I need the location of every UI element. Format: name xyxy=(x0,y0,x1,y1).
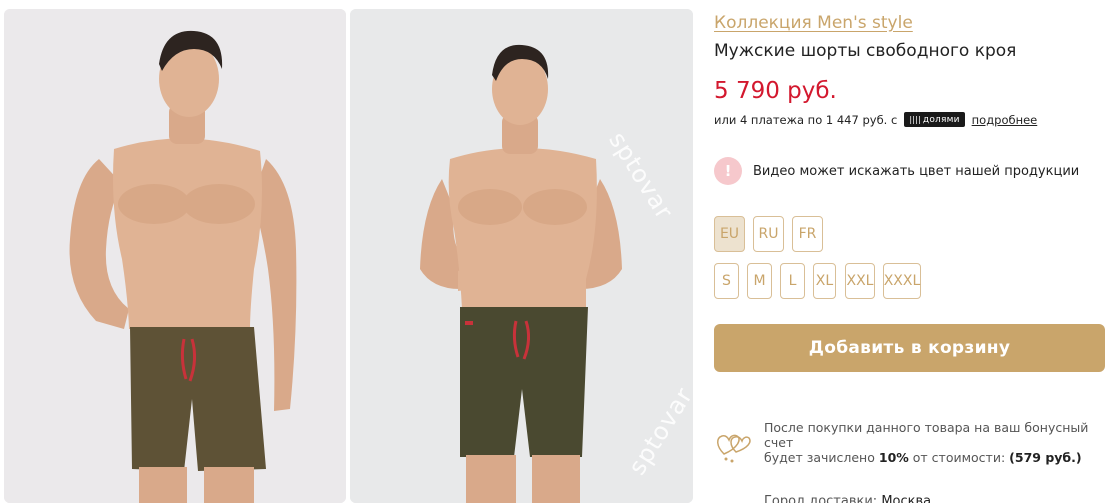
bonus-text: После покупки данного товара на ваш бону… xyxy=(764,420,1113,465)
product-photo-side[interactable]: sptovar sptovar xyxy=(350,9,693,503)
bonus-percent: 10% xyxy=(878,450,909,465)
add-to-cart-button[interactable]: Добавить в корзину xyxy=(714,324,1105,372)
chip-label: RU xyxy=(758,226,779,242)
bonus-amount: (579 руб.) xyxy=(1009,450,1082,465)
collection-link[interactable]: Коллекция Men's style xyxy=(714,13,913,33)
delivery-label: Город доставки: xyxy=(764,494,878,503)
bonus-line-2: будет зачислено 10% от стоимости: (579 р… xyxy=(764,450,1113,465)
installments-more-link[interactable]: подробнее xyxy=(972,113,1038,127)
delivery-city[interactable]: Город доставки: Москва xyxy=(764,494,931,503)
product-price: 5 790 руб. xyxy=(714,78,837,104)
chip-label: XL xyxy=(815,273,834,289)
bonus-middle: от стоимости: xyxy=(912,450,1006,465)
chip-label: XXXL xyxy=(883,273,921,289)
size-system-ru[interactable]: RU xyxy=(753,216,784,252)
delivery-city-value: Москва xyxy=(881,494,932,503)
dolyami-badge[interactable]: |||| долями xyxy=(904,112,965,127)
chip-label: EU xyxy=(719,226,740,242)
chip-label: S xyxy=(722,273,731,289)
product-photo-front[interactable] xyxy=(4,9,346,503)
bonus-prefix: будет зачислено xyxy=(764,450,875,465)
installments-row: или 4 платежа по 1 447 руб. с |||| долям… xyxy=(714,112,1037,127)
size-option-xxxl[interactable]: XXXL xyxy=(883,263,921,299)
size-option-m[interactable]: M xyxy=(747,263,772,299)
size-option-s[interactable]: S xyxy=(714,263,739,299)
product-info-panel: Коллекция Men's style Мужские шорты своб… xyxy=(714,0,1113,503)
notice-text: Видео может искажать цвет нашей продукци… xyxy=(753,163,1080,179)
installments-text: или 4 платежа по 1 447 руб. с xyxy=(714,112,898,127)
chip-label: XXL xyxy=(846,273,874,289)
bonus-line-1: После покупки данного товара на ваш бону… xyxy=(764,420,1089,450)
bonus-info: После покупки данного товара на ваш бону… xyxy=(714,420,1113,480)
size-option-l[interactable]: L xyxy=(780,263,805,299)
size-system-eu[interactable]: EU xyxy=(714,216,745,252)
size-system-fr[interactable]: FR xyxy=(792,216,823,252)
chip-label: L xyxy=(788,273,797,289)
dolyami-badge-label: долями xyxy=(922,114,960,125)
model-illustration xyxy=(350,9,693,503)
product-title: Мужские шорты свободного кроя xyxy=(714,41,1017,61)
size-option-xxl[interactable]: XXL xyxy=(845,263,875,299)
size-option-xl[interactable]: XL xyxy=(813,263,836,299)
chip-label: M xyxy=(753,273,766,289)
color-notice: ! Видео может искажать цвет нашей продук… xyxy=(714,157,1079,185)
model-illustration xyxy=(4,9,346,503)
hearts-icon xyxy=(717,434,751,463)
dolyami-logo-icon: |||| xyxy=(909,115,921,124)
chip-label: FR xyxy=(798,226,817,242)
exclamation-icon: ! xyxy=(714,157,742,185)
